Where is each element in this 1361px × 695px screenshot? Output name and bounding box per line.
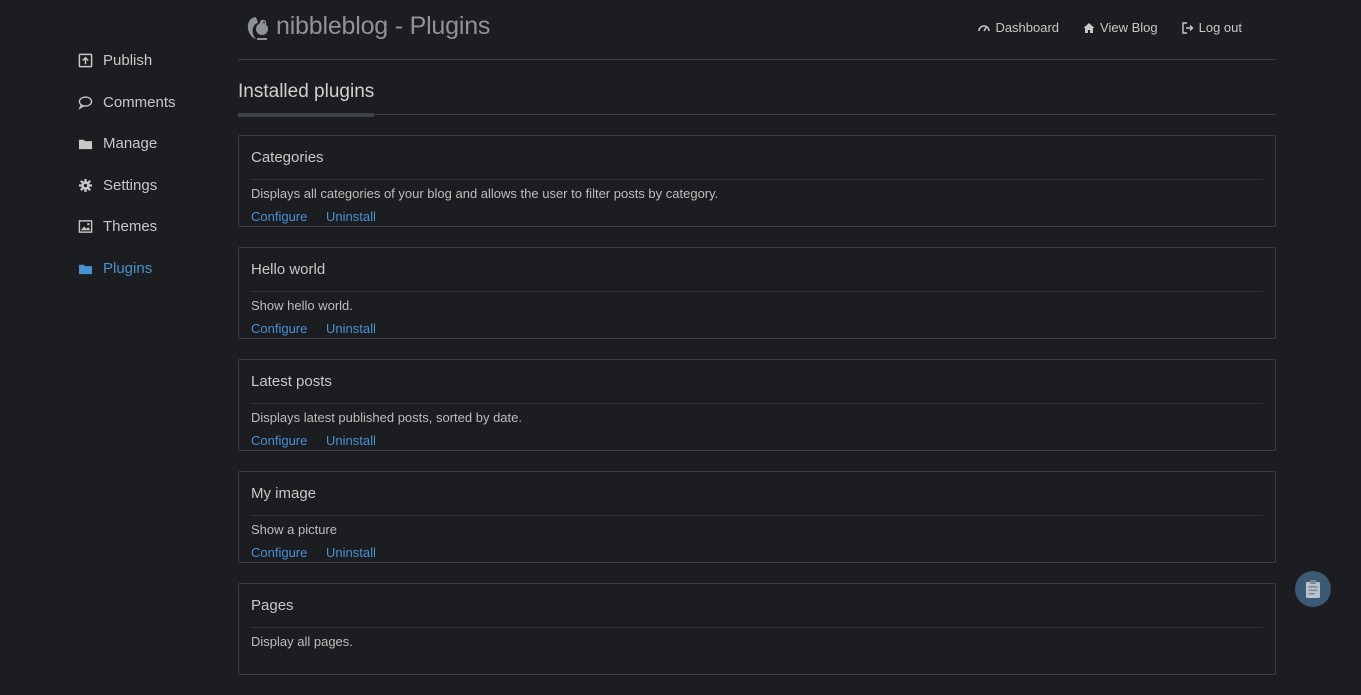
clipboard-button[interactable] [1295, 571, 1331, 607]
uninstall-link[interactable]: Uninstall [326, 433, 376, 448]
image-icon [77, 219, 93, 235]
sidebar-item-manage[interactable]: Manage [77, 123, 227, 165]
plugin-actions: Configure Uninstall [251, 433, 1263, 448]
configure-link[interactable]: Configure [251, 545, 307, 560]
plugin-card: Categories Displays all categories of yo… [238, 135, 1276, 227]
uninstall-link[interactable]: Uninstall [326, 545, 376, 560]
dashboard-label: Dashboard [995, 20, 1060, 35]
plugin-list: Categories Displays all categories of yo… [238, 135, 1276, 695]
logout-icon [1181, 21, 1194, 34]
top-nav: Dashboard View Blog Log out [978, 20, 1242, 35]
plugin-actions: Configure Uninstall [251, 209, 1263, 224]
clipboard-icon [1306, 580, 1320, 598]
squirrel-logo-icon [246, 13, 270, 41]
section-title: Installed plugins [238, 81, 375, 117]
sidebar-item-label: Plugins [103, 259, 153, 277]
view-blog-link[interactable]: View Blog [1083, 20, 1158, 35]
plugin-name: Categories [251, 148, 1263, 180]
sidebar-item-label: Themes [103, 218, 158, 236]
plugin-description: Display all pages. [251, 634, 353, 649]
sidebar: Publish Comments Manage Settings Themes … [77, 40, 227, 289]
comment-icon [77, 94, 93, 110]
dashboard-link[interactable]: Dashboard [978, 20, 1059, 35]
plugin-card: Latest posts Displays latest published p… [238, 359, 1276, 451]
sidebar-item-themes[interactable]: Themes [77, 206, 227, 248]
sidebar-item-label: Manage [103, 135, 158, 153]
plugin-description: Displays all categories of your blog and… [251, 186, 719, 201]
configure-link[interactable]: Configure [251, 209, 307, 224]
sidebar-item-label: Publish [103, 52, 153, 70]
folder-icon [77, 260, 93, 276]
plugin-name: Pages [251, 596, 1263, 628]
plugin-name: My image [251, 484, 1263, 516]
plugin-actions: Configure Uninstall [251, 321, 1263, 336]
sidebar-item-comments[interactable]: Comments [77, 82, 227, 124]
plugin-name: Hello world [251, 260, 1263, 292]
plugin-description: Show a picture [251, 522, 337, 537]
header: nibbleblog - Plugins Dashboard View Blog… [238, 0, 1276, 60]
home-icon [1083, 22, 1095, 33]
plugin-name: Latest posts [251, 372, 1263, 404]
configure-link[interactable]: Configure [251, 433, 307, 448]
publish-icon [77, 53, 93, 69]
plugin-description: Show hello world. [251, 298, 353, 313]
sidebar-item-settings[interactable]: Settings [77, 165, 227, 207]
uninstall-link[interactable]: Uninstall [326, 209, 376, 224]
plugin-card: Pages Display all pages. [238, 583, 1276, 675]
sidebar-item-plugins[interactable]: Plugins [77, 248, 227, 290]
view-blog-label: View Blog [1100, 20, 1158, 35]
gear-icon [77, 177, 93, 193]
plugin-actions: Configure Uninstall [251, 545, 1263, 560]
section-header: Installed plugins [238, 78, 1276, 117]
configure-link[interactable]: Configure [251, 321, 307, 336]
sidebar-item-label: Settings [103, 176, 158, 194]
page-title: nibbleblog - Plugins [276, 12, 491, 40]
uninstall-link[interactable]: Uninstall [326, 321, 376, 336]
sidebar-item-publish[interactable]: Publish [77, 40, 227, 82]
dashboard-icon [978, 24, 991, 31]
folder-icon [77, 136, 93, 152]
plugin-card: Hello world Show hello world. Configure … [238, 247, 1276, 339]
plugin-card: My image Show a picture Configure Uninst… [238, 471, 1276, 563]
sidebar-item-label: Comments [103, 93, 176, 111]
brand[interactable]: nibbleblog - Plugins [246, 12, 490, 41]
logout-link[interactable]: Log out [1181, 20, 1242, 35]
plugin-description: Displays latest published posts, sorted … [251, 410, 522, 425]
logout-label: Log out [1198, 20, 1242, 35]
